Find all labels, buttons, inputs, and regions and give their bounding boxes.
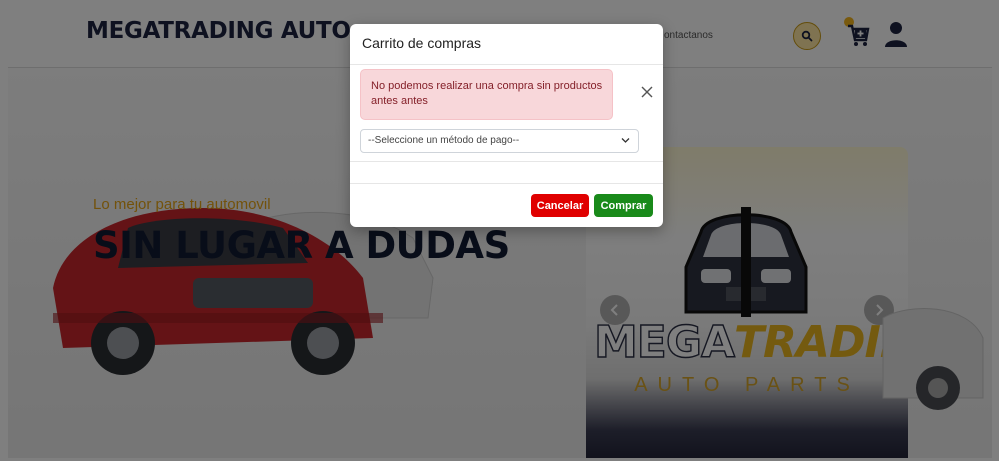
alert-message: No podemos realizar una compra sin produ…: [371, 80, 603, 107]
error-alert: No podemos realizar una compra sin produ…: [360, 69, 613, 120]
modal-footer-divider: [350, 183, 663, 184]
close-icon[interactable]: [640, 85, 654, 99]
modal-title: Carrito de compras: [362, 35, 482, 51]
chevron-down-icon: [621, 138, 630, 143]
payment-method-select[interactable]: --Seleccione un método de pago--: [360, 129, 639, 153]
buy-button[interactable]: Comprar: [594, 194, 653, 217]
modal-header: Carrito de compras: [350, 24, 663, 65]
cancel-button[interactable]: Cancelar: [531, 194, 589, 217]
modal-divider: [350, 161, 663, 162]
payment-method-value: --Seleccione un método de pago--: [368, 135, 520, 146]
cart-modal: Carrito de compras No podemos realizar u…: [350, 24, 663, 227]
